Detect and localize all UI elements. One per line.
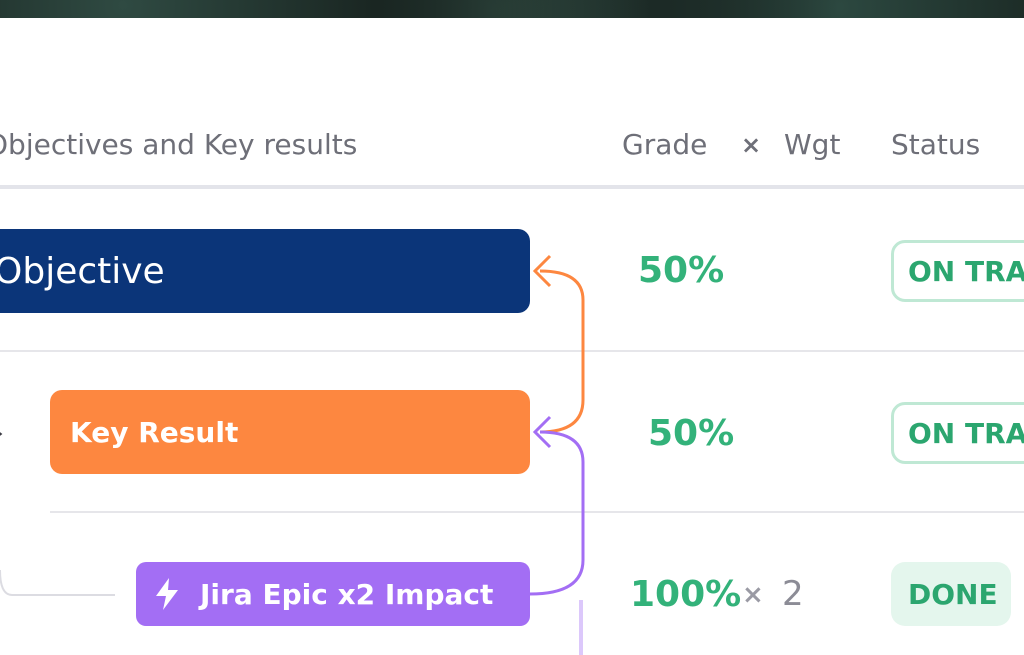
grade-value: 100% [630, 574, 742, 615]
status-badge[interactable]: DONE [891, 562, 1011, 626]
grade-value: 50% [648, 413, 735, 454]
link-arrows [529, 254, 585, 655]
arrow-epic-to-key-result [529, 430, 585, 596]
status-label: ON TRACK [908, 416, 1024, 450]
times-icon: × [742, 580, 764, 610]
status-badge[interactable]: ON TRACK [891, 240, 1024, 302]
grade-value: 50% [638, 250, 725, 291]
status-badge[interactable]: ON TRACK [891, 402, 1024, 464]
status-label: DONE [908, 577, 998, 611]
arrow-key-result-to-objective [539, 269, 585, 434]
weight-value[interactable]: 2 [782, 574, 804, 614]
status-label: ON TRACK [908, 254, 1024, 288]
